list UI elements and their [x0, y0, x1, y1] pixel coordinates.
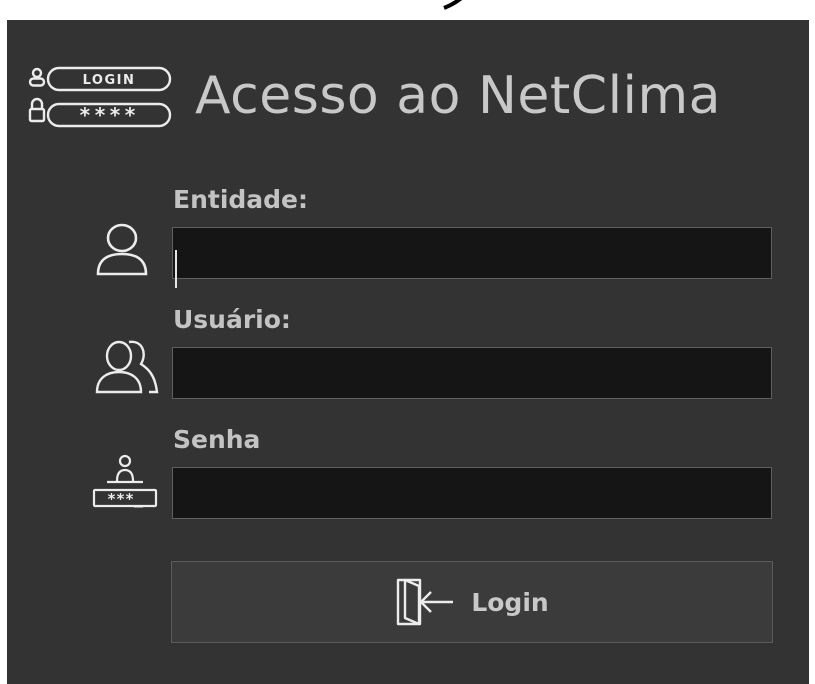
senha-label: Senha [173, 425, 261, 454]
users-icon [95, 340, 159, 394]
entidade-label: Entidade: [173, 185, 309, 214]
password-mask-text: ***_ [107, 490, 144, 508]
entidade-input[interactable] [172, 227, 772, 279]
header: LOGIN **** Acesso ao NetClima [27, 62, 787, 142]
logo-password-text: **** [79, 103, 139, 127]
door-enter-icon [397, 578, 454, 626]
login-credentials-logo-icon: LOGIN **** [28, 66, 172, 128]
login-button-content: Login [395, 577, 549, 627]
page-title: Acesso ao NetClima [195, 66, 721, 126]
logo-login-text: LOGIN [83, 73, 136, 88]
login-button-label: Login [471, 587, 549, 617]
user-icon [96, 223, 148, 276]
user-password-icon: ***_ [92, 454, 158, 508]
login-window: LOGIN **** Acesso ao NetClima Entidade: … [7, 20, 809, 684]
usuario-label: Usuário: [173, 305, 291, 334]
senha-input[interactable] [172, 467, 772, 519]
partial-glyph-fragment [443, 0, 462, 10]
login-button[interactable]: Login [171, 561, 773, 643]
text-caret [175, 250, 177, 288]
usuario-input[interactable] [172, 347, 772, 399]
